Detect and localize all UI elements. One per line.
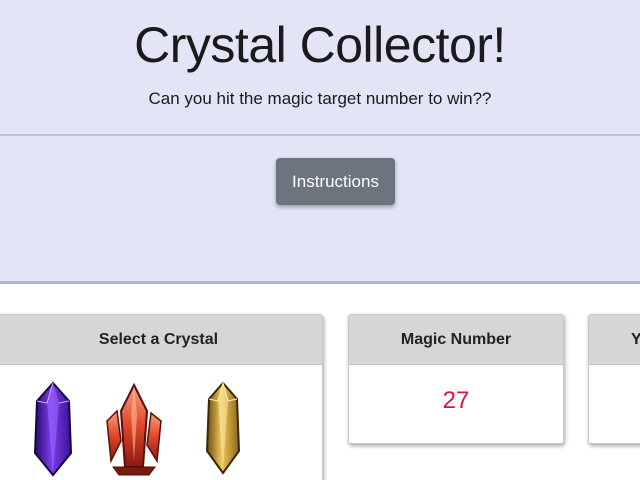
gold-crystal-icon[interactable]: [203, 381, 243, 477]
red-crystal-icon[interactable]: [99, 381, 169, 477]
your-score-card: Yo: [588, 314, 640, 444]
your-score-header: Yo: [589, 315, 640, 365]
select-crystal-card: Select a Crystal: [0, 314, 323, 480]
magic-number-header: Magic Number: [349, 315, 563, 365]
select-crystal-header: Select a Crystal: [0, 315, 322, 365]
crystal-row: [0, 381, 322, 480]
magic-number-value: 27: [442, 387, 470, 414]
page-subtitle: Can you hit the magic target number to w…: [148, 89, 492, 108]
instructions-button[interactable]: Instructions: [276, 158, 395, 205]
header-jumbotron: Crystal Collector! Can you hit the magic…: [0, 0, 640, 284]
purple-crystal-icon[interactable]: [31, 381, 75, 477]
header-divider: [0, 134, 640, 136]
magic-number-card: Magic Number 27: [348, 314, 564, 444]
page: Crystal Collector! Can you hit the magic…: [0, 0, 640, 480]
page-title: Crystal Collector!: [134, 17, 506, 73]
